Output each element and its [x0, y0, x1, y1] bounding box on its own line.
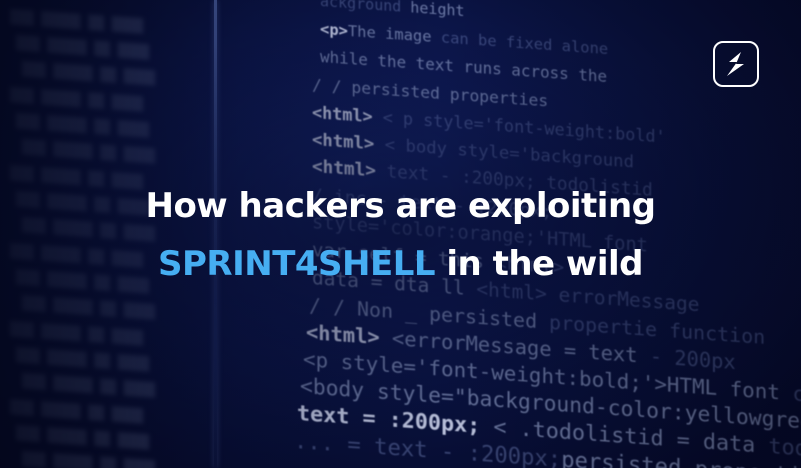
lightning-s-logo-icon	[727, 52, 744, 76]
headline-accent: SPRINT4SHELL	[158, 244, 436, 284]
headline-line-2-rest: in the wild	[435, 244, 643, 284]
headline-line-1: How hackers are exploiting	[145, 186, 656, 226]
headline: How hackers are exploiting SPRINT4SHELL …	[0, 183, 801, 287]
brand-logo	[713, 41, 759, 87]
headline-line-2: SPRINT4SHELL in the wild	[0, 241, 801, 287]
banner: ackground height<p>The image can be fixe…	[0, 0, 801, 468]
